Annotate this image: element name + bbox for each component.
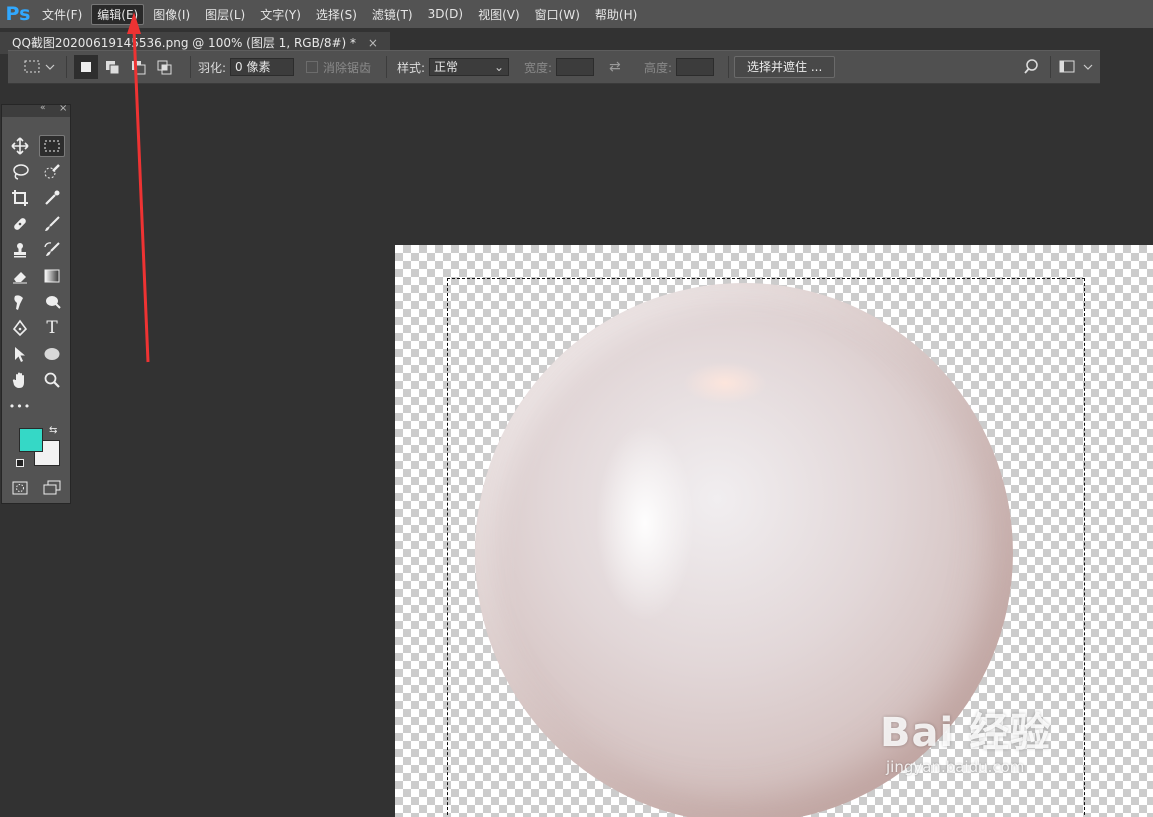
cursor-arrow-icon	[15, 347, 25, 362]
default-colors-icon[interactable]	[16, 459, 24, 467]
selection-mode-group	[74, 51, 184, 83]
quick-selection-icon	[44, 164, 60, 179]
select-and-mask-button[interactable]: 选择并遮住 ...	[734, 56, 836, 78]
close-icon[interactable]: ×	[368, 36, 378, 50]
feather-label: 羽化:	[198, 60, 227, 75]
brush-icon	[45, 216, 60, 231]
intersect-selection-icon[interactable]	[157, 60, 172, 75]
add-to-selection-icon[interactable]	[106, 61, 120, 75]
rect-marquee-icon	[24, 60, 55, 73]
type-icon: T	[46, 318, 58, 338]
lasso-icon	[13, 164, 29, 180]
menu-file[interactable]: 文件(F)	[36, 4, 88, 25]
zoom-icon	[44, 372, 60, 388]
hand-icon	[12, 372, 24, 388]
brush-tool[interactable]	[39, 213, 65, 235]
quick-selection-tool[interactable]	[39, 161, 65, 183]
options-bar: 羽化: 0 像素 消除锯齿 样式: 正常 ⌄ 宽度: ⇄ 高度: 选择并遮住 .…	[8, 50, 1100, 84]
eraser-icon	[13, 272, 27, 284]
document-tab-title: QQ截图20200619145536.png @ 100% (图层 1, RGB…	[12, 36, 357, 50]
menu-type[interactable]: 文字(Y)	[254, 4, 307, 25]
foreground-color-fill	[19, 428, 43, 452]
ellipse-icon	[44, 348, 60, 360]
style-select[interactable]: 正常 ⌄	[429, 58, 510, 76]
edit-toolbar-button[interactable]: •••	[7, 395, 33, 417]
type-tool[interactable]: T	[39, 317, 65, 339]
width-label: 宽度:	[524, 60, 553, 75]
chevron-down-icon: ⌄	[493, 60, 505, 74]
screen-mode-button[interactable]	[39, 477, 65, 499]
eyedropper-tool[interactable]	[39, 187, 65, 209]
tools-panel-header[interactable]: « ×	[2, 103, 70, 117]
quick-mask-button[interactable]	[7, 477, 33, 499]
width-input[interactable]	[556, 58, 595, 76]
crop-icon	[12, 190, 28, 206]
dodge-tool[interactable]	[39, 291, 65, 313]
checkbox-icon	[306, 61, 318, 73]
marquee-preset-picker[interactable]	[22, 51, 56, 83]
menu-filter[interactable]: 滤镜(T)	[366, 4, 419, 25]
menu-select[interactable]: 选择(S)	[310, 4, 363, 25]
menu-layer[interactable]: 图层(L)	[199, 4, 251, 25]
menu-window[interactable]: 窗口(W)	[529, 4, 586, 25]
rect-marquee-icon	[44, 140, 60, 152]
lasso-tool[interactable]	[7, 161, 33, 183]
bandage-icon	[14, 218, 26, 230]
quick-mask-icon	[12, 481, 28, 495]
search-icon[interactable]	[1024, 58, 1042, 76]
rectangular-marquee-tool[interactable]	[39, 135, 65, 157]
antialias-checkbox[interactable]: 消除锯齿	[306, 51, 371, 83]
history-brush-icon	[44, 242, 60, 256]
new-selection-icon[interactable]	[74, 55, 98, 79]
tools-panel: « × T ••• ⇆	[1, 103, 71, 504]
menu-image[interactable]: 图像(I)	[147, 4, 196, 25]
menu-view[interactable]: 视图(V)	[472, 4, 526, 25]
swap-width-height-icon[interactable]: ⇄	[609, 59, 621, 75]
gradient-tool[interactable]	[39, 265, 65, 287]
gradient-icon	[44, 269, 60, 283]
history-brush-tool[interactable]	[39, 239, 65, 261]
feather-input[interactable]: 0 像素	[230, 58, 295, 76]
dodge-icon	[46, 296, 61, 309]
height-input[interactable]	[676, 58, 715, 76]
eraser-tool[interactable]	[7, 265, 33, 287]
antialias-label: 消除锯齿	[323, 60, 372, 75]
clone-stamp-tool[interactable]	[7, 239, 33, 261]
subtract-from-selection-icon[interactable]	[132, 61, 146, 75]
style-label: 样式:	[397, 60, 426, 75]
photoshop-logo: Ps	[5, 3, 31, 25]
workspace-switcher-icon[interactable]	[1058, 58, 1098, 76]
crop-tool[interactable]	[7, 187, 33, 209]
menu-help[interactable]: 帮助(H)	[589, 4, 643, 25]
move-icon	[11, 137, 29, 155]
menu-edit[interactable]: 编辑(E)	[91, 3, 145, 25]
collapse-panel-icon[interactable]: «	[40, 103, 46, 113]
foreground-color-swatch[interactable]	[19, 428, 60, 466]
menu-3d[interactable]: 3D(D)	[422, 5, 469, 23]
zoom-tool[interactable]	[39, 369, 65, 391]
height-label: 高度:	[644, 60, 673, 75]
hand-tool[interactable]	[7, 369, 33, 391]
path-selection-tool[interactable]	[7, 343, 33, 365]
menu-bar: Ps 文件(F) 编辑(E) 图像(I) 图层(L) 文字(Y) 选择(S) 滤…	[0, 0, 1153, 28]
screen-mode-icon	[43, 480, 61, 495]
smudge-icon	[14, 295, 23, 310]
smudge-tool[interactable]	[7, 291, 33, 313]
pen-tool[interactable]	[7, 317, 33, 339]
pen-icon	[12, 319, 28, 337]
ellipse-tool[interactable]	[39, 343, 65, 365]
more-tools-icon: •••	[8, 399, 32, 413]
stamp-icon	[14, 243, 26, 258]
swap-colors-icon[interactable]: ⇆	[49, 425, 57, 436]
healing-brush-tool[interactable]	[7, 213, 33, 235]
selection-marquee	[447, 278, 1085, 817]
style-select-value: 正常	[434, 60, 459, 74]
eyedropper-icon	[45, 190, 60, 205]
move-tool[interactable]	[7, 135, 33, 157]
close-icon[interactable]: ×	[59, 103, 67, 114]
document-canvas[interactable]	[395, 245, 1153, 817]
